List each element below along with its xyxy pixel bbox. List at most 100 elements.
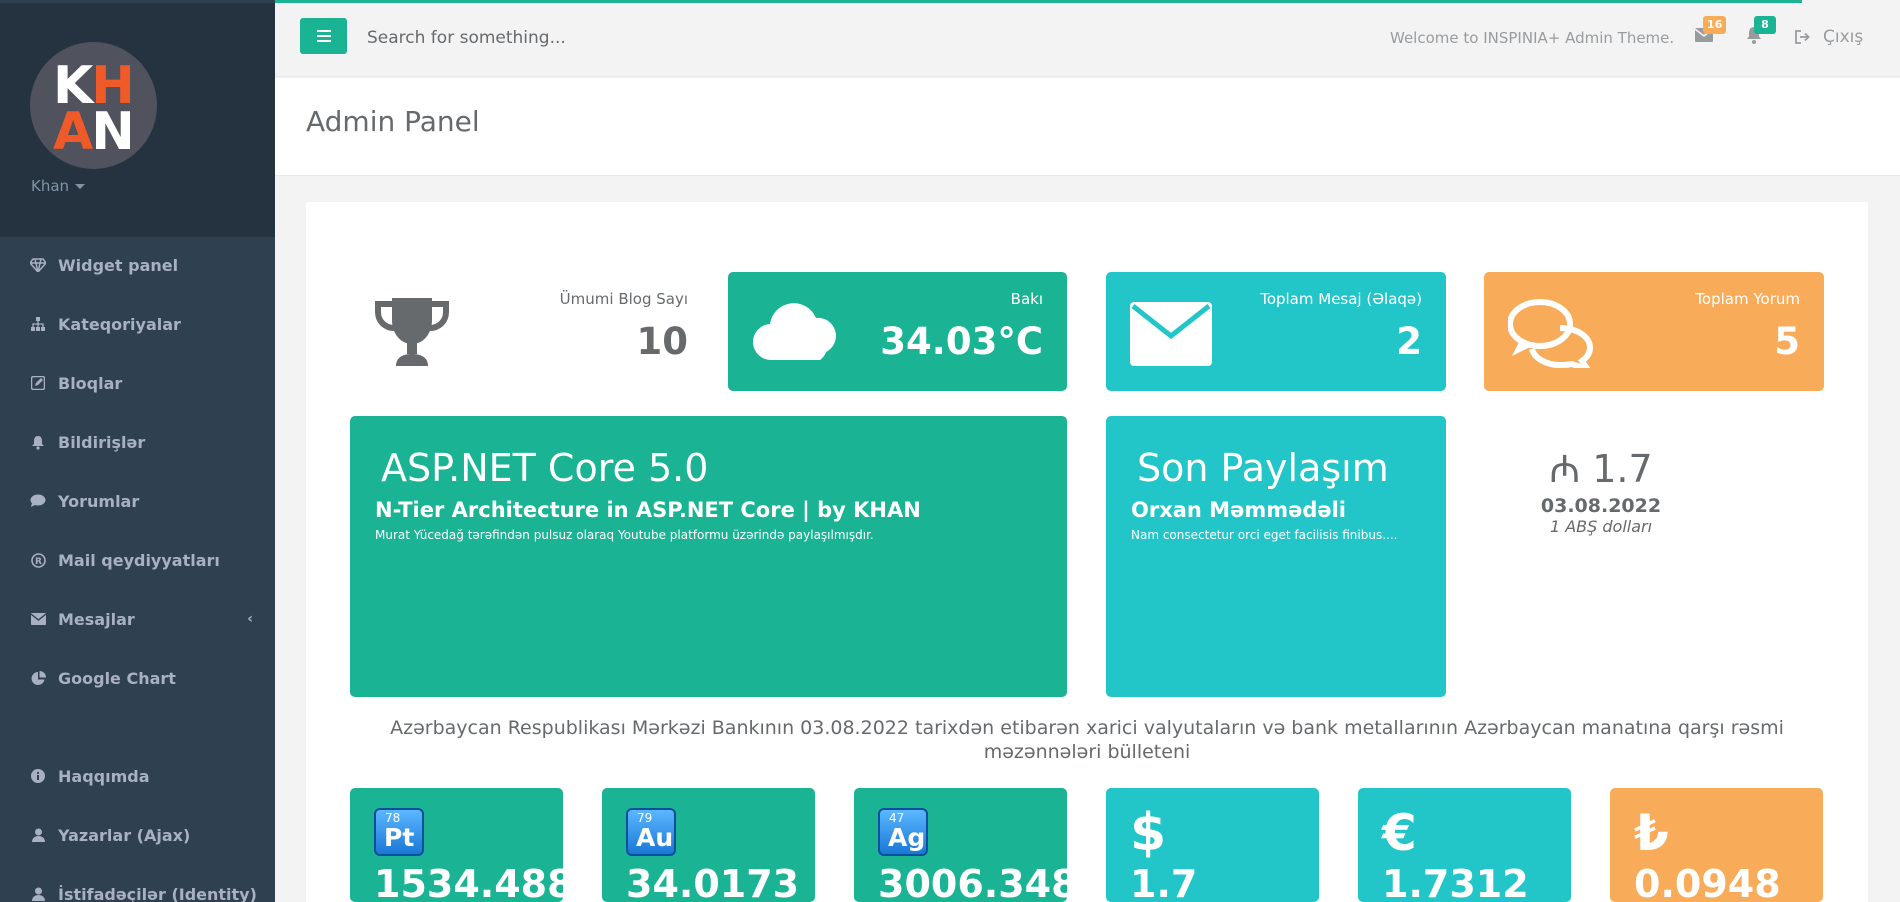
logout-label: Çıxış (1823, 27, 1864, 47)
search-input[interactable] (367, 23, 867, 53)
bulletin-text: Azərbaycan Respublikası Mərkəzi Bankının… (390, 717, 1784, 763)
sidebar-item-label: Bildirişlər (58, 432, 146, 452)
try-rate-value: 0.0948 (1634, 862, 1781, 902)
exchange-rate-widget: ₼ 1.7 03.08.2022 1 ABŞ dolları (1506, 447, 1696, 536)
comments-label: Toplam Yorum (1695, 290, 1800, 308)
sidebar-item-mesajlar[interactable]: Mesajlar ‹ (0, 599, 275, 639)
sidebar-item-label: Bloqlar (58, 373, 123, 393)
sidebar-item-label: Yazarlar (Ajax) (58, 825, 191, 845)
sidebar-item-label: Yorumlar (58, 491, 140, 511)
silver-element-icon: 47 Ag (878, 808, 928, 856)
sidebar-item-google-chart[interactable]: Google Chart (0, 658, 275, 698)
dashboard-content: Ümumi Blog Sayı 10 Bakı 34.03°C Toplam M… (306, 202, 1868, 902)
sidebar-item-widget-panel[interactable]: Widget panel (0, 245, 275, 285)
user-dropdown[interactable]: Khan (31, 177, 86, 195)
silver-rate-value: 3006.348 (878, 862, 1078, 902)
sidebar: KH AN Khan Widget panel Kateqoriyalar Bl… (0, 0, 275, 902)
user-icon (30, 827, 46, 843)
latest-post-author: Orxan Məmmədəli (1131, 498, 1347, 522)
messages-label: Toplam Mesaj (Əlaqə) (1260, 290, 1422, 308)
usd-rate-widget: $ 1.7 (1106, 788, 1319, 902)
platinum-element-icon: 78 Pt (374, 808, 424, 856)
sign-out-icon (1795, 30, 1810, 44)
lira-icon: ₺ (1634, 804, 1669, 862)
latest-post-title: Son Paylaşım (1137, 446, 1389, 490)
featured-description: Murat Yücedağ tərəfindən pulsuz olaraq Y… (375, 528, 874, 542)
svg-text:R: R (35, 557, 42, 567)
sidebar-item-label: Google Chart (58, 668, 176, 688)
hamburger-icon (316, 30, 331, 42)
chevron-left-icon: ‹ (247, 611, 253, 627)
trophy-icon (375, 298, 449, 366)
latest-post-widget: Son Paylaşım Orxan Məmmədəli Nam consect… (1106, 416, 1446, 697)
sidebar-item-yazarlar[interactable]: Yazarlar (Ajax) (0, 815, 275, 855)
logout-link[interactable]: Çıxış (1795, 27, 1863, 47)
featured-title: ASP.NET Core 5.0 (381, 446, 709, 490)
usd-rate-value: 1.7 (1130, 862, 1198, 902)
rate-date: 03.08.2022 (1540, 495, 1662, 517)
latest-post-excerpt: Nam consectetur orci eget facilisis fini… (1131, 528, 1398, 542)
platinum-rate-widget: 78 Pt 1534.488 (350, 788, 574, 902)
cloud-icon (752, 303, 836, 361)
envelope-icon (30, 611, 46, 627)
eur-rate-value: 1.7312 (1382, 862, 1529, 902)
gold-element-icon: 79 Au (626, 808, 676, 856)
euro-icon: € (1382, 804, 1417, 862)
silver-rate-widget: 47 Ag 3006.348 (854, 788, 1078, 902)
comments-icon (1508, 299, 1594, 368)
edit-icon (30, 375, 46, 391)
comment-icon (30, 493, 46, 509)
try-rate-widget: ₺ 0.0948 (1610, 788, 1823, 902)
page-heading: Admin Panel (275, 78, 1900, 176)
page-title: Admin Panel (306, 105, 480, 138)
sidebar-item-kateqoriyalar[interactable]: Kateqoriyalar (0, 304, 275, 344)
gold-rate-value: 34.0173 (626, 862, 800, 902)
comments-value: 5 (1774, 320, 1800, 363)
sidebar-item-haqqimda[interactable]: Haqqımda (0, 756, 275, 796)
blog-count-widget: Ümumi Blog Sayı 10 (350, 272, 688, 391)
gold-rate-widget: 79 Au 34.0173 (602, 788, 815, 902)
sidebar-profile: KH AN Khan (0, 0, 275, 237)
menu-toggle-button[interactable] (300, 18, 347, 54)
sidebar-item-bloqlar[interactable]: Bloqlar (0, 363, 275, 403)
sidebar-item-mail-qeydiyyatlari[interactable]: R Mail qeydiyyatları (0, 540, 275, 580)
manat-icon: ₼ (1549, 447, 1581, 491)
sidebar-item-label: Haqqımda (58, 766, 150, 786)
sidebar-item-istifadeciler[interactable]: İstifadəçilər (Identity) (0, 874, 275, 902)
khan-logo[interactable]: KH AN (30, 42, 157, 169)
user-name: Khan (31, 177, 70, 195)
weather-city: Bakı (1010, 290, 1043, 308)
comments-widget: Toplam Yorum 5 (1484, 272, 1824, 391)
diamond-icon (30, 257, 46, 273)
welcome-message: Welcome to INSPINIA+ Admin Theme. (1390, 29, 1675, 47)
messages-value: 2 (1396, 320, 1422, 363)
messages-count-badge: 16 (1703, 16, 1727, 34)
user-icon (30, 886, 46, 902)
sidebar-item-label: Widget panel (58, 255, 179, 275)
alerts-count-badge: 8 (1754, 16, 1776, 34)
messages-widget: Toplam Mesaj (Əlaqə) 2 (1106, 272, 1446, 391)
dollar-icon: $ (1130, 803, 1167, 863)
featured-widget: ASP.NET Core 5.0 N-Tier Architecture in … (350, 416, 1067, 697)
featured-subtitle: N-Tier Architecture in ASP.NET Core | by… (375, 498, 921, 522)
rate-note: 1 ABŞ dolları (1549, 517, 1653, 536)
sidebar-item-label: Mail qeydiyyatları (58, 550, 220, 570)
sitemap-icon (30, 316, 46, 332)
pie-chart-icon (30, 670, 46, 686)
rate-value: 1.7 (1592, 447, 1653, 491)
sidebar-item-label: Mesajlar (58, 609, 135, 629)
weather-widget: Bakı 34.03°C (728, 272, 1067, 391)
top-navbar: Welcome to INSPINIA+ Admin Theme. 16 8 Ç… (275, 3, 1900, 77)
weather-temperature: 34.03°C (880, 320, 1043, 363)
platinum-rate-value: 1534.488 (374, 862, 574, 902)
envelope-icon (1130, 302, 1212, 366)
alerts-dropdown[interactable]: 8 (1746, 16, 1776, 45)
messages-dropdown[interactable]: 16 (1695, 16, 1727, 45)
blog-count-value: 10 (636, 320, 689, 363)
sidebar-item-bildirisler[interactable]: Bildirişlər (0, 422, 275, 462)
sidebar-item-yorumlar[interactable]: Yorumlar (0, 481, 275, 521)
eur-rate-widget: € 1.7312 (1358, 788, 1571, 902)
sidebar-item-label: Kateqoriyalar (58, 314, 181, 334)
caret-down-icon (75, 184, 86, 189)
blog-count-label: Ümumi Blog Sayı (559, 290, 688, 308)
